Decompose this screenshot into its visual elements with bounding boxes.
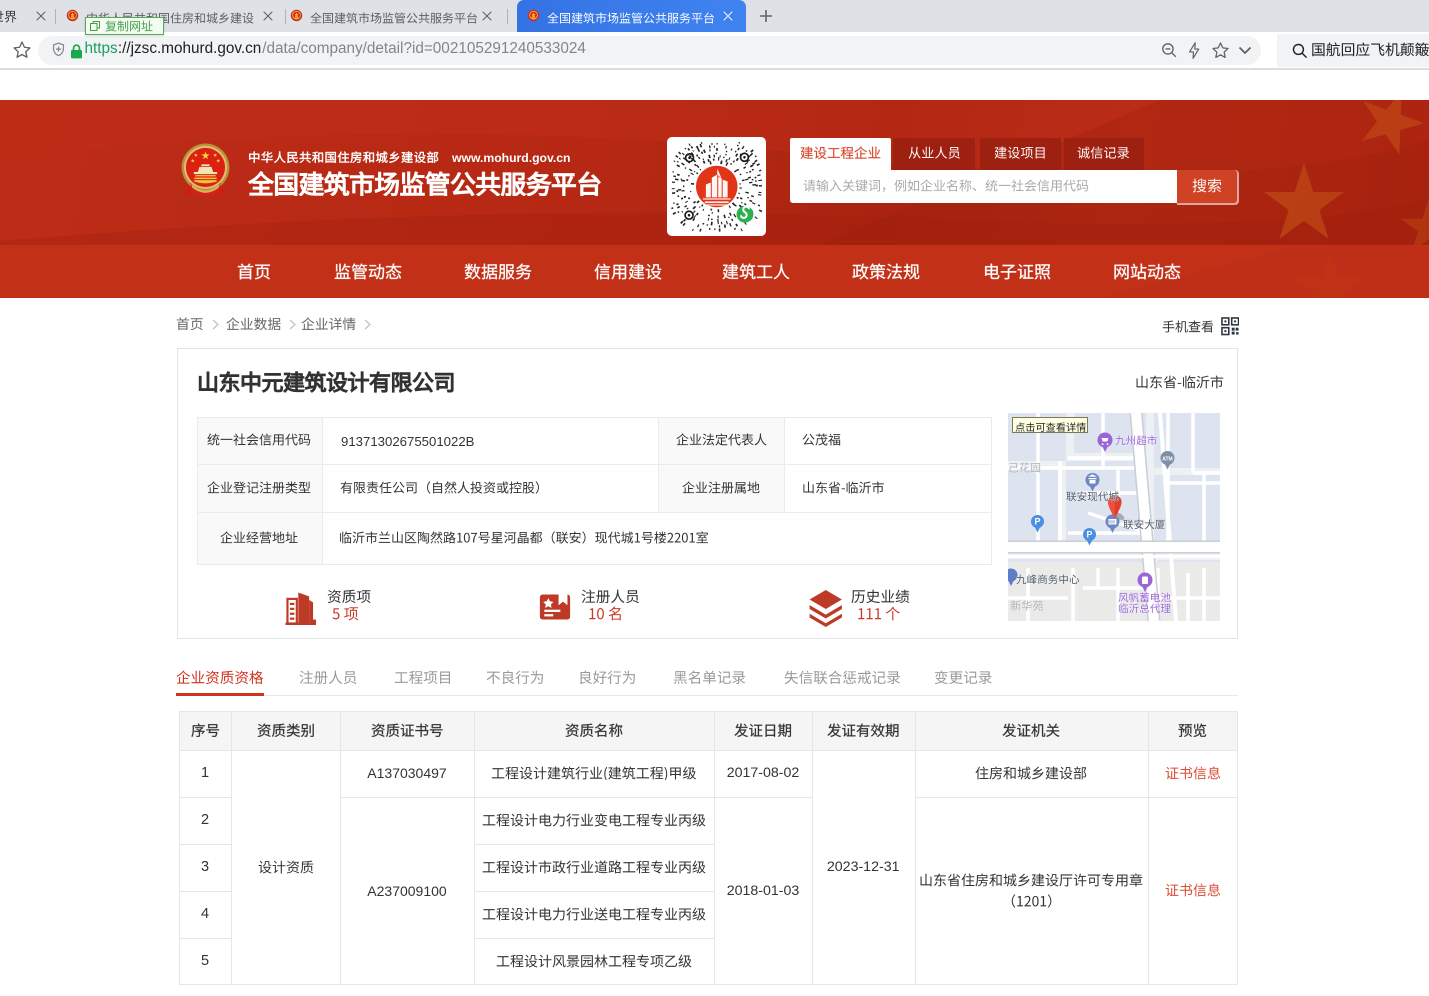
svg-text:P: P (1034, 517, 1040, 527)
svg-text:ATM: ATM (1162, 457, 1172, 463)
svg-text:P: P (1086, 530, 1092, 540)
